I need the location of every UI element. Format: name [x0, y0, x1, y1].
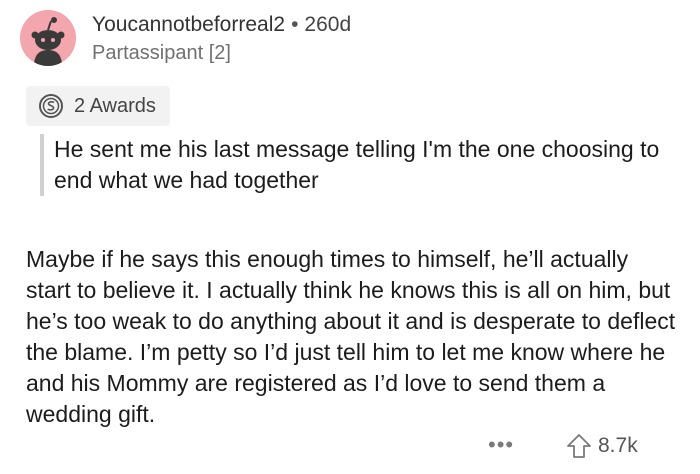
awards-label: 2 Awards — [74, 94, 156, 117]
blockquote: He sent me his last message telling I'm … — [40, 134, 674, 196]
user-flair: Partassipant [2] — [92, 42, 231, 64]
silver-award-icon — [39, 94, 63, 118]
comment-age: 260d — [304, 13, 352, 36]
awards-badge[interactable]: 2 Awards — [26, 86, 170, 126]
comment-actions: ••• 8.7k — [0, 430, 700, 464]
user-avatar[interactable] — [20, 10, 76, 66]
upvote-arrow-icon[interactable] — [566, 433, 592, 459]
comment-body: Maybe if he says this enough times to hi… — [26, 246, 676, 427]
more-options-button[interactable]: ••• — [488, 430, 514, 460]
author-username[interactable]: Youcannotbeforreal2 — [92, 13, 285, 36]
vote-score: 8.7k — [598, 434, 638, 457]
comment-meta: Youcannotbeforreal2 • 260d — [92, 12, 351, 38]
meta-separator: • — [291, 13, 299, 36]
snoo-avatar-icon — [20, 10, 76, 66]
